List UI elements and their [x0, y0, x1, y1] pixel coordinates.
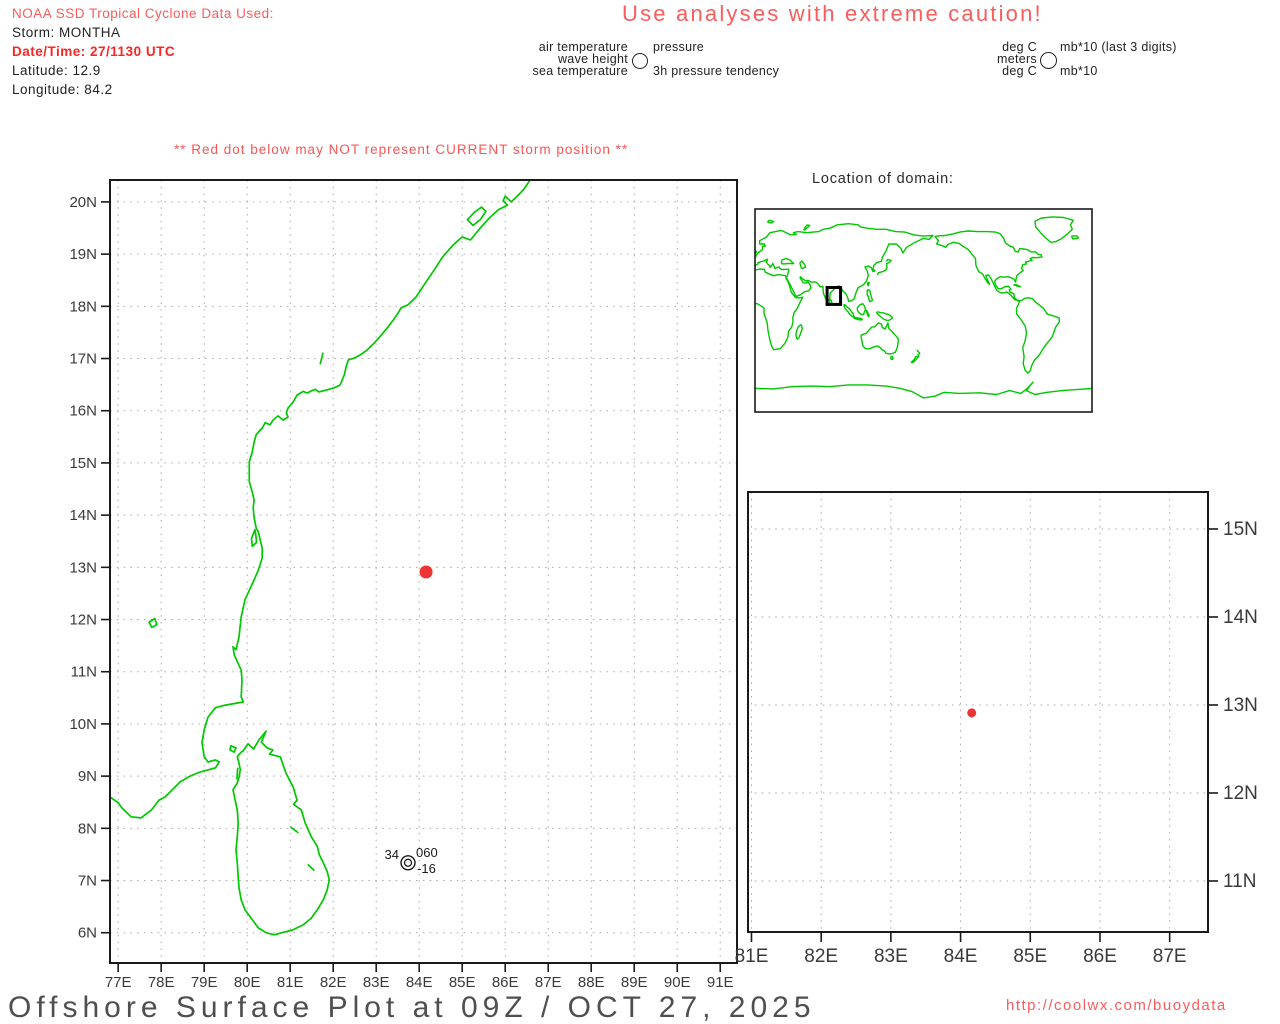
- inset-x-tick-label: 83E: [874, 946, 908, 967]
- world-coastline-greenland: [1034, 216, 1074, 243]
- world-coastline-north-america: [934, 230, 1043, 301]
- y-tick-label: 6N: [78, 925, 97, 942]
- y-tick-label: 9N: [78, 768, 97, 785]
- inset-y-tick-label: 15N: [1223, 519, 1258, 540]
- world-coastline-cuba: [1013, 283, 1022, 288]
- world-coastline-nz-south: [910, 355, 919, 364]
- station-pressure-tendency: -16: [417, 861, 436, 876]
- y-tick-label: 13N: [69, 559, 97, 576]
- world-map-coastlines: [755, 216, 1092, 399]
- y-tick-label: 15N: [69, 455, 97, 472]
- world-coastline-australia: [860, 322, 899, 355]
- coastline-small-island: [148, 617, 158, 629]
- source-url: http://coolwx.com/buoydata: [1006, 997, 1227, 1014]
- station-pressure: 060: [416, 845, 438, 860]
- world-coastline-iceland: [1070, 235, 1080, 240]
- world-coastline-taiwan: [866, 281, 870, 287]
- inset-x-tick-label: 81E: [735, 946, 769, 967]
- coastline-jaffna-islet: [229, 744, 237, 753]
- y-tick-label: 20N: [69, 194, 97, 211]
- x-tick-label: 91E: [707, 974, 734, 991]
- y-tick-label: 19N: [69, 246, 97, 263]
- inset-map-border: [747, 491, 1209, 933]
- y-tick-label: 10N: [69, 716, 97, 733]
- world-coastline-caspian-sea: [799, 260, 807, 270]
- coastline-pulicat-lake: [250, 528, 258, 548]
- inset-x-tick-label: 82E: [804, 946, 838, 967]
- coastline-puttalam-lagoon: [236, 767, 239, 780]
- x-tick-label: 81E: [277, 974, 304, 991]
- inset-x-tick-label: 87E: [1153, 946, 1187, 967]
- y-tick-label: 17N: [69, 351, 97, 368]
- world-coastline-sulawesi: [865, 309, 870, 318]
- x-tick-label: 85E: [449, 974, 476, 991]
- x-tick-label: 80E: [234, 974, 261, 991]
- plot-main-title: Offshore Surface Plot at 09Z / OCT 27, 2…: [8, 991, 816, 1024]
- world-coastline-sumatra: [843, 303, 855, 318]
- storm-position-dot-inset: [967, 708, 977, 718]
- x-tick-label: 79E: [191, 974, 218, 991]
- world-coastline-madagascar: [795, 324, 803, 340]
- inset-x-tick-label: 84E: [944, 946, 978, 967]
- inset-x-tick-label: 85E: [1013, 946, 1047, 967]
- world-coastline-antarctica: [755, 381, 1092, 399]
- coastline-kolleru-lake: [319, 352, 324, 365]
- plot-svg: 77E 78E 79E 80E 81E 82E 83E 84E 85E 86E 87E 88E 89E 9…: [69, 179, 1258, 991]
- x-tick-label: 87E: [535, 974, 562, 991]
- coastline-india-east-coast: [110, 180, 532, 819]
- y-tick-label: 12N: [69, 612, 97, 629]
- x-tick-label: 89E: [621, 974, 648, 991]
- inset-y-tick-label: 14N: [1223, 607, 1258, 628]
- x-tick-label: 88E: [578, 974, 605, 991]
- x-tick-label: 86E: [492, 974, 519, 991]
- station-air-temp: 34: [385, 847, 399, 862]
- inset-x-tick-label: 86E: [1083, 946, 1117, 967]
- world-coastline-java: [853, 316, 863, 321]
- world-coastline-africa: [755, 268, 804, 351]
- x-tick-label: 82E: [320, 974, 347, 991]
- y-tick-label: 14N: [69, 507, 97, 524]
- x-tick-label: 77E: [105, 974, 132, 991]
- world-coastline-tasmania: [890, 356, 894, 361]
- storm-position-dot: [419, 565, 433, 579]
- station-outer-circle: [400, 855, 416, 871]
- x-tick-label: 90E: [664, 974, 691, 991]
- world-coastline-borneo: [856, 303, 867, 316]
- y-tick-label: 11N: [71, 664, 97, 681]
- world-coastline-svalbard: [766, 219, 775, 224]
- coastline-chilika-lake: [466, 206, 487, 227]
- x-tick-label: 78E: [148, 974, 175, 991]
- buoy-plot-page: NOAA SSD Tropical Cyclone Data Used: Sto…: [0, 0, 1280, 1024]
- x-tick-label: 84E: [406, 974, 433, 991]
- world-coastline-black-sea: [780, 257, 795, 265]
- y-tick-label: 8N: [78, 820, 97, 837]
- world-coastline-new-guinea: [876, 310, 894, 322]
- inset-y-tick-label: 12N: [1223, 783, 1258, 804]
- x-tick-label: 83E: [363, 974, 390, 991]
- y-tick-label: 16N: [69, 403, 97, 420]
- y-tick-label: 18N: [69, 298, 97, 315]
- coastline-sl-lagoon-se: [307, 864, 315, 871]
- y-tick-label: 7N: [78, 873, 97, 890]
- world-coastline-south-america: [1015, 297, 1061, 374]
- main-map-coastlines: [110, 180, 532, 936]
- world-map-border: [754, 208, 1093, 413]
- inset-y-tick-label: 11N: [1223, 871, 1256, 892]
- inset-y-tick-label: 13N: [1223, 695, 1258, 716]
- world-coastline-philippines: [866, 289, 874, 303]
- world-coastline-novaya-zemlya: [803, 224, 811, 231]
